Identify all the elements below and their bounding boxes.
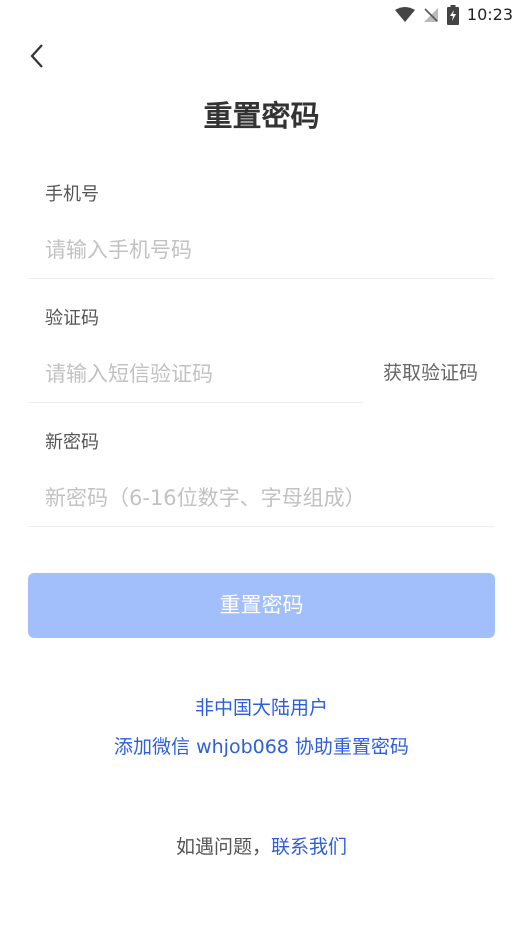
status-bar: 10:23	[0, 0, 523, 30]
phone-divider	[28, 278, 495, 279]
page-title: 重置密码	[203, 99, 320, 133]
status-time: 10:23	[466, 5, 513, 24]
password-divider	[28, 526, 495, 527]
reset-password-button[interactable]: 重置密码	[28, 573, 495, 638]
code-divider	[28, 402, 363, 403]
phone-input[interactable]	[45, 230, 485, 270]
non-mainland-user-link[interactable]: 非中国大陆用户	[0, 694, 523, 722]
status-icons: 10:23	[394, 4, 513, 26]
chevron-left-icon	[29, 43, 45, 69]
new-password-input[interactable]	[45, 478, 485, 518]
help-text: 如遇问题，	[175, 836, 271, 858]
battery-charging-icon	[446, 5, 459, 25]
get-code-button[interactable]: 获取验证码	[383, 358, 478, 388]
wifi-icon	[394, 7, 415, 23]
contact-us-link[interactable]: 联系我们	[271, 836, 347, 858]
sms-code-input[interactable]	[45, 354, 345, 394]
password-label: 新密码	[45, 432, 99, 453]
phone-label: 手机号	[45, 184, 99, 205]
code-label: 验证码	[45, 308, 99, 329]
back-button[interactable]	[22, 40, 52, 72]
help-row: 如遇问题，联系我们	[0, 833, 523, 861]
wechat-assist-text[interactable]: 添加微信 whjob068 协助重置密码	[0, 733, 523, 761]
no-signal-icon	[423, 7, 439, 23]
